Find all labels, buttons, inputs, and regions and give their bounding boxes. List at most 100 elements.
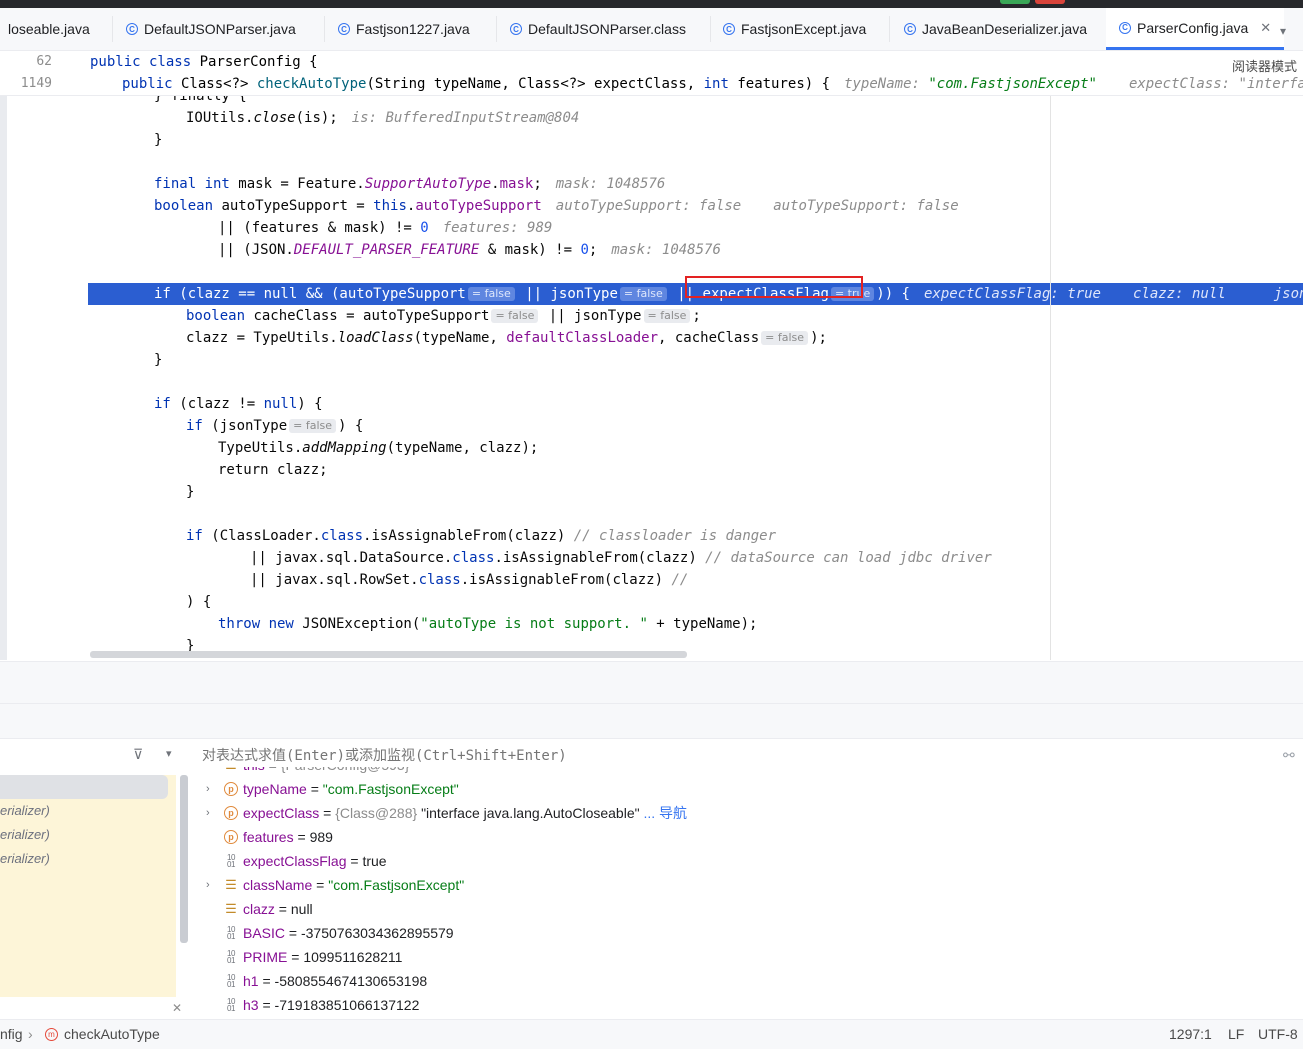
divider — [0, 703, 1303, 704]
reader-mode-toggle[interactable]: 阅读器模式 — [1232, 56, 1297, 75]
primitive-icon: 10 01 — [227, 949, 235, 965]
right-margin-guide — [1050, 96, 1051, 660]
code-line[interactable]: 1308 if (ClassLoader.class.isAssignableF… — [88, 525, 1303, 547]
class-icon: C — [904, 23, 916, 35]
object-icon: ☰ — [224, 767, 238, 772]
sticky-line-class[interactable]: 62 public class ParserConfig { — [0, 51, 1303, 73]
variable-row[interactable]: › ☰ this = {ParserConfig@593} — [196, 767, 1296, 777]
code-line[interactable]: 1296 — [88, 261, 1303, 283]
breadcrumb-separator: › — [28, 1026, 33, 1042]
inline-value-hint: = false — [289, 419, 337, 433]
tab-defaultjsonparser-java[interactable]: C DefaultJSONParser.java — [126, 8, 296, 50]
parameter-icon: p — [224, 806, 238, 820]
inline-value-hint: = true — [830, 287, 875, 301]
horizontal-scrollbar[interactable] — [90, 651, 687, 658]
object-icon: ☰ — [225, 901, 237, 916]
code-line[interactable]: 1311 ) { — [88, 591, 1303, 613]
filter-icon[interactable]: ⊽ — [133, 746, 143, 763]
code-line[interactable]: 1310 || javax.sql.RowSet.class.isAssigna… — [88, 569, 1303, 591]
stop-indicator[interactable] — [1035, 0, 1065, 4]
tab-label: ParserConfig.java — [1137, 19, 1249, 36]
tab-defaultjsonparser-class[interactable]: C DefaultJSONParser.class — [510, 8, 686, 50]
variable-row[interactable]: ☰ clazz = null — [196, 897, 1296, 921]
variable-row[interactable]: › p expectClass = {Class@288} "interface… — [196, 801, 1296, 825]
code-line[interactable]: 1288 } finally { — [88, 96, 1303, 107]
class-icon: C — [723, 23, 735, 35]
chevron-down-icon[interactable]: ▾ — [1280, 24, 1286, 38]
sticky-line-method[interactable]: 1149 public Class<?> checkAutoType(Strin… — [0, 73, 1303, 95]
file-encoding[interactable]: UTF-8 — [1258, 1026, 1298, 1042]
method-icon: m — [45, 1028, 58, 1041]
variable-row[interactable]: 10 01 PRIME = 1099511628211 — [196, 945, 1296, 969]
breadcrumb-item[interactable]: checkAutoType — [64, 1026, 160, 1042]
variable-row[interactable]: › ☰ className = "com.FastjsonExcept" — [196, 873, 1296, 897]
code-line[interactable]: 1291 — [88, 151, 1303, 173]
tab-javabeandeserializer-java[interactable]: C JavaBeanDeserializer.java — [904, 8, 1087, 50]
tab-closeable-java[interactable]: loseable.java — [8, 8, 90, 50]
frame-item[interactable] — [0, 775, 168, 799]
expand-arrow-icon[interactable]: › — [206, 801, 210, 825]
code-line[interactable]: 1309 || javax.sql.DataSource.class.isAss… — [88, 547, 1303, 569]
variable-row[interactable]: p features = 989 — [196, 825, 1296, 849]
tab-fastjson1227-java[interactable]: C Fastjson1227.java — [338, 8, 470, 50]
expand-arrow-icon[interactable]: › — [206, 767, 210, 777]
inline-value-hint: = false — [491, 309, 539, 323]
code-line[interactable]: 1312 throw new JSONException("autoType i… — [88, 613, 1303, 635]
chevron-down-icon[interactable]: ▾ — [166, 747, 172, 760]
code-line[interactable]: 1295 || (JSON.DEFAULT_PARSER_FEATURE & m… — [88, 239, 1303, 261]
close-icon[interactable]: ✕ — [1260, 20, 1271, 36]
code-line[interactable]: 1301 — [88, 371, 1303, 393]
variables-tree[interactable]: › ☰ this = {ParserConfig@593} › p typeNa… — [196, 767, 1296, 1019]
variable-row[interactable]: 10 01 expectClassFlag = true — [196, 849, 1296, 873]
class-icon: C — [126, 23, 138, 35]
tab-label: JavaBeanDeserializer.java — [922, 21, 1087, 37]
code-line[interactable]: 1300 } — [88, 349, 1303, 371]
code-editor[interactable]: 1288 } finally { 1289 IOUtils.close(is);… — [88, 96, 1303, 660]
code-line[interactable]: 1304 TypeUtils.addMapping(typeName, claz… — [88, 437, 1303, 459]
line-separator[interactable]: LF — [1228, 1026, 1244, 1042]
sticky-scope-header: 62 public class ParserConfig { 1149 publ… — [0, 51, 1303, 96]
code-line[interactable]: 1298 boolean cacheClass = autoTypeSuppor… — [88, 305, 1303, 327]
object-icon: ☰ — [225, 877, 237, 892]
code-line[interactable]: 1294 || (features & mask) != 0features: … — [88, 217, 1303, 239]
gutter-strip — [0, 96, 7, 660]
code-line[interactable]: 1293 boolean autoTypeSupport = this.auto… — [88, 195, 1303, 217]
frame-item[interactable]: erializer) — [0, 823, 176, 847]
code-line[interactable]: 1303 if (jsonType= false) { — [88, 415, 1303, 437]
variable-row[interactable]: 10 01 h1 = -5808554674130653198 — [196, 969, 1296, 993]
primitive-icon: 10 01 — [227, 997, 235, 1013]
code-line[interactable]: 1299 clazz = TypeUtils.loadClass(typeNam… — [88, 327, 1303, 349]
close-icon[interactable]: ✕ — [172, 1001, 182, 1015]
frame-item[interactable]: erializer) — [0, 847, 176, 871]
frame-item[interactable]: erializer) — [0, 799, 176, 823]
code-line[interactable]: 1289 IOUtils.close(is);is: BufferedInput… — [88, 107, 1303, 129]
frames-list[interactable]: erializer) erializer) erializer) — [0, 775, 176, 997]
variable-row[interactable]: 10 01 h3 = -7191838510661371​22 — [196, 993, 1296, 1017]
add-watch-icon[interactable]: ⚯ — [1283, 747, 1295, 764]
inline-value-hint: = false — [467, 287, 515, 301]
frames-scrollbar[interactable] — [180, 775, 188, 943]
variable-row[interactable]: 10 01 BASIC = -3750763034362895579 — [196, 921, 1296, 945]
code-line[interactable]: 1290 } — [88, 129, 1303, 151]
breadcrumb-item[interactable]: nfig — [0, 1026, 23, 1042]
variable-row[interactable]: › p typeName = "com.FastjsonExcept" — [196, 777, 1296, 801]
inline-value-hint: = false — [643, 309, 691, 323]
frames-header: ⊽ ▾ — [0, 739, 190, 771]
code-line[interactable]: 1306 } — [88, 481, 1303, 503]
parameter-icon: p — [224, 830, 238, 844]
code-line[interactable]: 1305 return clazz; — [88, 459, 1303, 481]
code-line[interactable]: 1307 — [88, 503, 1303, 525]
tab-label: FastjsonExcept.java — [741, 21, 867, 37]
expand-arrow-icon[interactable]: › — [206, 873, 210, 897]
navigate-link[interactable]: ... 导航 — [640, 805, 687, 821]
execution-point-line[interactable]: if (clazz == null && (autoTypeSupport = f… — [88, 283, 1303, 305]
primitive-icon: 10 01 — [227, 853, 235, 869]
expand-arrow-icon[interactable]: › — [206, 777, 210, 801]
code-line[interactable]: 1302 if (clazz != null) { — [88, 393, 1303, 415]
caret-position[interactable]: 1297:1 — [1169, 1026, 1212, 1042]
tab-parserconfig-java[interactable]: C ParserConfig.java ✕ — [1106, 8, 1285, 50]
run-indicator[interactable] — [1000, 0, 1030, 4]
code-line[interactable]: 1292 final int mask = Feature.SupportAut… — [88, 173, 1303, 195]
evaluate-expression-input[interactable] — [202, 745, 1262, 767]
tab-fastjsonexcept-java[interactable]: C FastjsonExcept.java — [723, 8, 866, 50]
